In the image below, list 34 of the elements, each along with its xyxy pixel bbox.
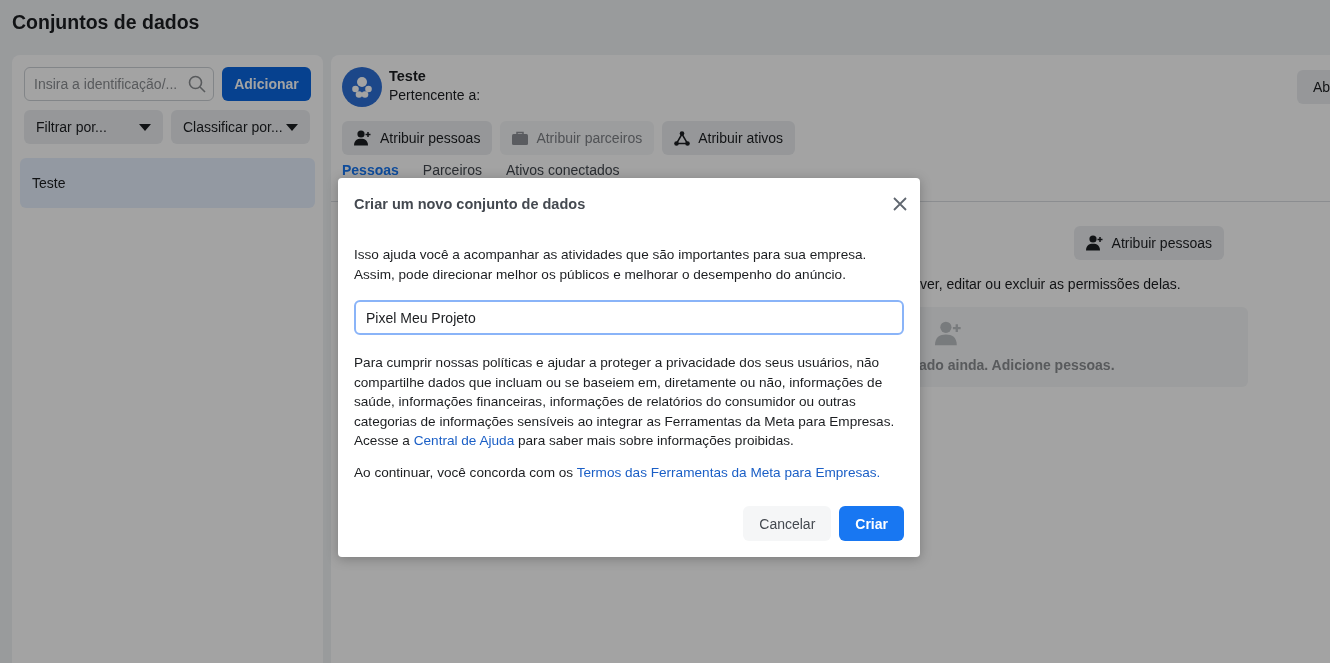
caret-down-icon [139, 123, 151, 131]
briefcase-icon [512, 131, 529, 145]
person-add-icon [935, 321, 963, 346]
add-button[interactable]: Adicionar [222, 67, 311, 101]
policy-text: Para cumprir nossas políticas e ajudar a proteger a privacidade dos seus usuários, não compartilhe dados que incluam ou se baseiem em, diretamente ou não, informações de saúde, informações financeiras, informações de relatórios do consumidor ou outras categorias de informações sensíveis ao integrar as Ferramentas da Meta para Empresas. Acesse a Central de Ajuda para saber mais sobre informações proibidas. [354, 354, 896, 450]
name-field[interactable]: Pixel Meu Projeto [354, 300, 904, 335]
person-add-icon [1085, 235, 1104, 251]
search-field[interactable]: Insira a identificação/... [24, 67, 214, 101]
agreement-text: Ao continuar, você concorda com os Termos das Ferramentas da Meta para Empresas. [354, 463, 882, 482]
search-icon [188, 75, 206, 93]
assign-button[interactable]: Atribuir ativos [662, 121, 796, 155]
permissions-description: ver, editar ou excluir as permissões delas. [920, 276, 1182, 292]
dataset-name: Teste [389, 67, 427, 86]
owner-label: Pertencente a: [389, 86, 481, 105]
filter-dropdown[interactable]: Classificar por... [171, 110, 310, 144]
cancel-button[interactable]: Cancelar [743, 506, 832, 541]
create-button[interactable]: Criar [839, 506, 904, 541]
person-add-icon [354, 130, 372, 146]
filter-dropdown[interactable]: Filtrar por... [24, 110, 163, 144]
dialog-title: Criar um novo conjunto de dados [354, 195, 586, 212]
dialog-intro: Isso ajuda você a acompanhar as atividades que são importantes para sua empresa. Assim, pode direcionar melhor os públicos e melhorar o desempenho do anúncio. [354, 246, 868, 284]
nodes-icon [674, 130, 691, 146]
assign-people-button[interactable]: Atribuir pessoas [1073, 226, 1224, 260]
terms-link[interactable]: Termos das Ferramentas da Meta para Empresas. [576, 464, 881, 480]
help-center-link[interactable]: Central de Ajuda [413, 433, 515, 448]
dataset-avatar-icon [342, 67, 382, 107]
empty-state-message: ado ainda. Adicione pessoas. [919, 357, 1116, 373]
caret-down-icon [286, 123, 298, 131]
assign-button[interactable]: Atribuir pessoas [342, 121, 493, 155]
cut-off-button[interactable]: Ab [1296, 70, 1330, 104]
close-button[interactable] [893, 196, 907, 211]
page-title: Conjuntos de dados [12, 11, 201, 33]
dataset-list-item[interactable]: Teste [20, 158, 315, 208]
close-icon [893, 196, 907, 211]
